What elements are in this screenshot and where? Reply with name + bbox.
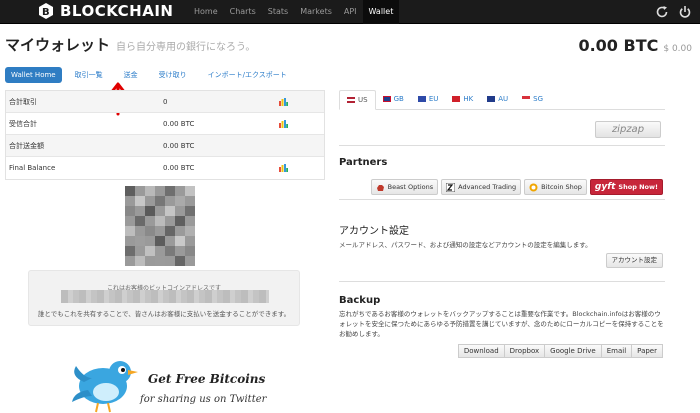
nav-stats[interactable]: Stats	[262, 0, 294, 24]
currency-tab-eu[interactable]: EU	[411, 90, 446, 109]
stat-label: 合計取引	[9, 97, 37, 106]
stat-row-final-balance: Final Balance 0.00 BTC	[6, 157, 324, 179]
backup-email-button[interactable]: Email	[600, 344, 633, 358]
account-settings-section: アカウント設定 メールアドレス、パスワード、および通知の設定などアカウントの設定…	[339, 222, 665, 282]
currency-tab-us[interactable]: US	[339, 90, 376, 110]
currency-code: SG	[533, 95, 544, 103]
stat-label: 受信合計	[9, 119, 37, 128]
currency-tab-hk[interactable]: HK	[445, 90, 480, 109]
account-settings-button[interactable]: アカウント設定	[605, 253, 663, 268]
backup-dropbox-button[interactable]: Dropbox	[503, 344, 546, 358]
promo-title[interactable]: Get Free Bitcoins	[148, 372, 265, 386]
partners-title: Partners	[339, 157, 388, 168]
bull-icon	[376, 184, 384, 191]
wallet-balance: 0.00 BTC $ 0.00	[578, 36, 692, 55]
main-nav: Home Charts Stats Markets API Wallet	[188, 0, 400, 24]
beast-options-button[interactable]: Beast Options	[370, 179, 439, 195]
blockchain-logo[interactable]: B BLOCKCHAIN	[37, 2, 173, 20]
stat-value: 0.00 BTC	[163, 119, 195, 128]
currency-tab-gb[interactable]: GB	[376, 90, 411, 109]
currency-tabs: US GB EU HK AU SG	[339, 90, 665, 110]
nav-charts[interactable]: Charts	[224, 0, 262, 24]
account-settings-title: アカウント設定	[339, 226, 409, 237]
advanced-trading-button[interactable]: Advanced Trading	[441, 179, 522, 195]
backup-section: Backup 忘れがちであるお客様のウォレットをバックアップすることは重要な作業…	[339, 295, 665, 365]
tab-wallet-home[interactable]: Wallet Home	[5, 67, 62, 83]
bar-chart-icon[interactable]	[279, 120, 288, 128]
nav-wallet[interactable]: Wallet	[362, 0, 400, 24]
top-navbar: B BLOCKCHAIN Home Charts Stats Markets A…	[0, 0, 700, 24]
bar-chart-icon[interactable]	[279, 164, 288, 172]
backup-google-drive-button[interactable]: Google Drive	[544, 344, 602, 358]
brand-name: BLOCKCHAIN	[60, 2, 174, 20]
partner-label: Beast Options	[387, 183, 434, 191]
zb-logo-icon	[446, 182, 456, 192]
page-title: マイウォレット	[5, 36, 111, 54]
us-flag-icon	[347, 97, 355, 103]
stat-row-total-tx: 合計取引 0	[6, 91, 324, 113]
power-icon[interactable]	[678, 4, 692, 18]
au-flag-icon	[487, 96, 496, 102]
bitcoin-shop-icon	[529, 183, 538, 191]
nav-markets[interactable]: Markets	[294, 0, 338, 24]
stat-label: Final Balance	[9, 164, 56, 172]
tab-import-export[interactable]: インポート/エクスポート	[203, 66, 292, 84]
backup-title: Backup	[339, 295, 381, 306]
blockchain-logo-icon: B	[39, 3, 53, 19]
address-share-note: 誰とでもこれを共有することで、皆さんはお客様に支払いを送金することができます。	[37, 310, 291, 318]
zipzap-button[interactable]: zipzap	[595, 121, 661, 138]
refresh-icon[interactable]	[655, 4, 669, 18]
currency-selector: US GB EU HK AU SG zipzap	[339, 90, 665, 146]
bitcoin-address-blurred[interactable]	[61, 290, 269, 303]
partners-section: Partners Beast Options Advanced Trading …	[339, 157, 665, 200]
backup-paper-button[interactable]: Paper	[631, 344, 663, 358]
page-header: マイウォレット 自ら自分専用の銀行になろう。	[5, 34, 255, 55]
partner-buttons: Beast Options Advanced Trading Bitcoin S…	[370, 179, 663, 195]
gb-flag-icon	[382, 96, 391, 102]
page-subtitle: 自ら自分専用の銀行になろう。	[116, 42, 256, 53]
promo-subtitle[interactable]: for sharing us on Twitter	[140, 394, 266, 405]
gyft-logo: gyft	[594, 182, 616, 192]
bar-chart-icon[interactable]	[279, 98, 288, 106]
svg-text:B: B	[42, 7, 50, 18]
currency-code: US	[358, 96, 368, 104]
backup-buttons: Download Dropbox Google Drive Email Pape…	[457, 344, 663, 358]
stat-row-total-sent: 合計送金額 0.00 BTC	[6, 135, 324, 157]
stat-value: 0.00 BTC	[163, 141, 195, 150]
hk-flag-icon	[452, 96, 461, 102]
balance-usd: $ 0.00	[663, 44, 692, 54]
backup-desc: 忘れがちであるお客様のウォレットをバックアップすることは重要な作業です。Bloc…	[339, 310, 664, 338]
balance-btc: 0.00 BTC	[578, 36, 659, 55]
tab-receive[interactable]: 受け取り	[154, 66, 192, 84]
currency-tab-sg[interactable]: SG	[515, 90, 550, 109]
account-settings-desc: メールアドレス、パスワード、および通知の設定などアカウントの設定を編集します。	[339, 241, 592, 249]
gyft-shop-now-button[interactable]: gyft Shop Now!	[589, 179, 663, 195]
partner-label: Bitcoin Shop	[541, 183, 582, 191]
nav-api[interactable]: API	[338, 0, 363, 24]
bitcoin-shop-button[interactable]: Bitcoin Shop	[524, 179, 587, 195]
bitcoin-address-box: これはお客様のビットコインアドレスです 誰とでもこれを共有することで、皆さんはお…	[28, 270, 300, 326]
stat-row-total-received: 受信合計 0.00 BTC	[6, 113, 324, 135]
top-icons	[655, 4, 692, 18]
currency-code: GB	[393, 95, 404, 103]
twitter-bird-icon[interactable]	[70, 354, 140, 413]
partner-label: Advanced Trading	[458, 183, 517, 191]
stat-value: 0.00 BTC	[163, 164, 195, 172]
backup-download-button[interactable]: Download	[457, 344, 505, 358]
currency-code: EU	[428, 95, 439, 103]
eu-flag-icon	[417, 96, 426, 102]
currency-code: AU	[498, 95, 509, 103]
nav-home[interactable]: Home	[188, 0, 224, 24]
stat-label: 合計送金額	[9, 141, 44, 150]
sg-flag-icon	[522, 96, 531, 102]
tab-transactions[interactable]: 取引一覧	[70, 66, 108, 84]
wallet-stats-table: 合計取引 0 受信合計 0.00 BTC 合計送金額 0.00 BTC Fina…	[5, 90, 325, 180]
qr-code-pixelated	[125, 186, 195, 266]
wallet-tabs: Wallet Home 取引一覧 送金 受け取り インポート/エクスポート	[5, 66, 303, 84]
stat-value: 0	[163, 97, 168, 106]
currency-tab-au[interactable]: AU	[480, 90, 515, 109]
currency-code: HK	[463, 95, 474, 103]
partner-label: Shop Now!	[618, 183, 658, 191]
